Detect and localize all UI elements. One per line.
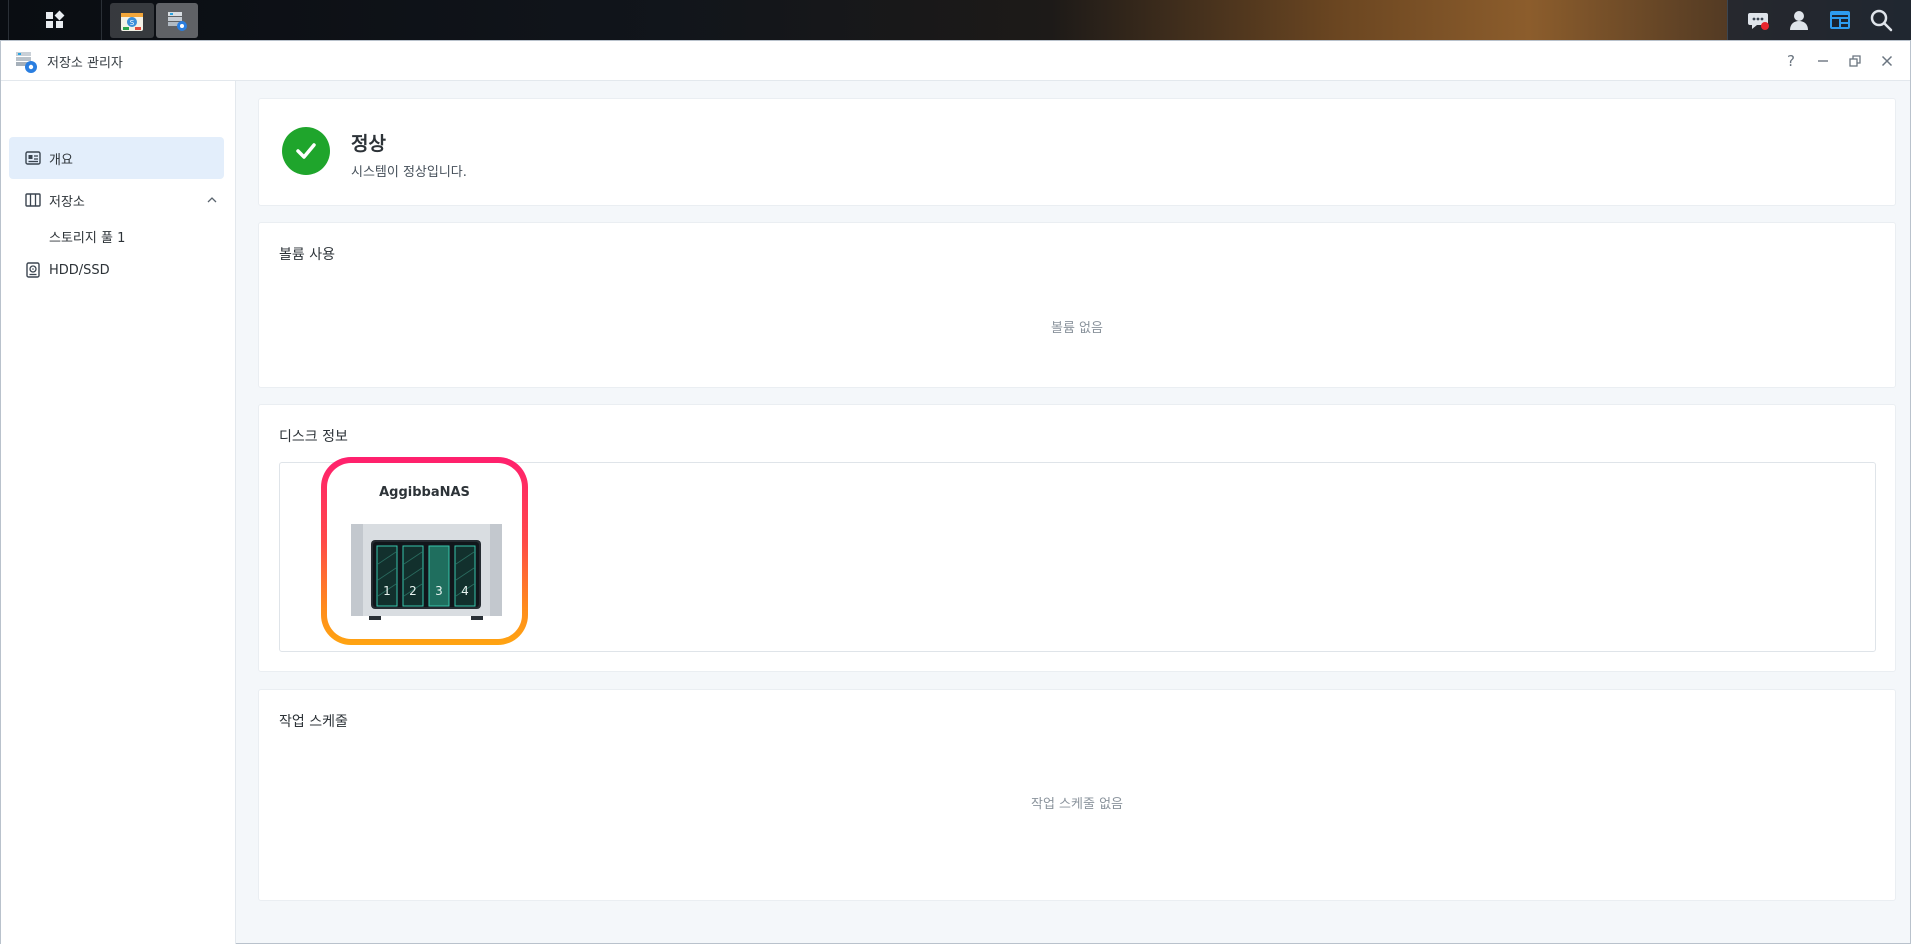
- sidebar-item-label: 저장소: [49, 194, 85, 210]
- sidebar-item-label: HDD/SSD: [49, 262, 110, 278]
- restore-icon: [1849, 55, 1861, 67]
- svg-text:S: S: [130, 19, 135, 27]
- help-button[interactable]: ?: [1781, 51, 1801, 71]
- status-title: 정상: [351, 133, 386, 155]
- nas-device-highlight[interactable]: AggibbaNAS 1 2 3 4: [321, 457, 528, 645]
- window-title: 저장소 관리자: [47, 56, 123, 71]
- drive-bay-4[interactable]: 4: [455, 584, 475, 598]
- status-card: 정상 시스템이 정상입니다.: [258, 98, 1896, 206]
- package-center-button[interactable]: S: [110, 3, 154, 38]
- task-schedule-card: 작업 스케줄 작업 스케줄 없음: [258, 689, 1896, 901]
- storage-manager-taskbar-button[interactable]: [156, 3, 198, 38]
- close-button[interactable]: [1877, 51, 1897, 71]
- hdd-icon: [26, 262, 40, 278]
- drive-bay-2[interactable]: 2: [403, 584, 423, 598]
- sidebar-item-storage[interactable]: 저장소: [9, 179, 224, 221]
- main-menu-icon: [46, 10, 65, 28]
- task-schedule-empty-message: 작업 스케줄 없음: [1031, 797, 1123, 812]
- disk-info-title: 디스크 정보: [279, 429, 348, 445]
- volume-empty-message: 볼륨 없음: [1051, 321, 1103, 336]
- checkmark-icon: [296, 143, 316, 159]
- sidebar: 개요 저장소 스토리지 풀 1 HDD/SSD: [1, 81, 236, 944]
- chevron-up-icon[interactable]: [206, 194, 218, 206]
- window-titlebar[interactable]: 저장소 관리자 ?: [1, 41, 1910, 81]
- minimize-icon: [1818, 60, 1828, 62]
- main-menu-button[interactable]: [8, 0, 102, 40]
- nas-device-name: AggibbaNAS: [379, 485, 470, 500]
- drive-bay-labels: 1 2 3 4: [351, 540, 502, 636]
- overview-icon: [25, 151, 41, 165]
- sidebar-item-storage-pool-1[interactable]: 스토리지 풀 1: [49, 227, 125, 246]
- notification-icon[interactable]: [1746, 8, 1770, 32]
- sidebar-item-label: 개요: [49, 152, 73, 168]
- restore-button[interactable]: [1845, 51, 1865, 71]
- nas-device-tile[interactable]: AggibbaNAS 1 2 3 4: [327, 463, 522, 639]
- sidebar-item-hdd-ssd[interactable]: HDD/SSD: [9, 249, 224, 291]
- volume-usage-card: 볼륨 사용 볼륨 없음: [258, 222, 1896, 388]
- close-icon: [1881, 55, 1893, 67]
- sidebar-item-overview[interactable]: 개요: [9, 137, 224, 179]
- storage-manager-icon: [168, 11, 187, 31]
- volume-usage-title: 볼륨 사용: [279, 247, 335, 263]
- storage-icon: [25, 193, 41, 207]
- package-center-icon: S: [121, 12, 143, 31]
- task-schedule-title: 작업 스케줄: [279, 714, 348, 730]
- disk-info-card: 디스크 정보 AggibbaNAS 1 2 3 4: [258, 404, 1896, 672]
- status-message: 시스템이 정상입니다.: [351, 165, 467, 180]
- widgets-icon[interactable]: [1828, 8, 1852, 32]
- taskbar-system-tray: [1727, 0, 1911, 40]
- status-ok-badge: [282, 127, 330, 175]
- drive-bay-1[interactable]: 1: [377, 584, 397, 598]
- minimize-button[interactable]: [1813, 51, 1833, 71]
- storage-manager-app-icon: [16, 52, 37, 73]
- drive-bay-3[interactable]: 3: [429, 584, 449, 598]
- taskbar: S: [0, 0, 1911, 40]
- search-icon[interactable]: [1869, 8, 1893, 32]
- storage-manager-window: 저장소 관리자 ? 개요 저장소 스토리지 풀 1 HDD/SSD 정상 시스템…: [0, 40, 1911, 944]
- user-icon[interactable]: [1787, 8, 1811, 32]
